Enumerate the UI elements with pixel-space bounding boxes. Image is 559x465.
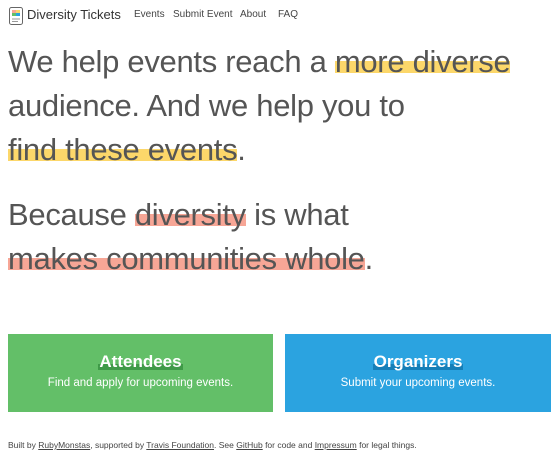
attendees-title: Attendees bbox=[98, 352, 183, 371]
hero-text: is what bbox=[245, 197, 349, 232]
brand-link[interactable]: Diversity Tickets bbox=[27, 7, 121, 22]
hero-line-4: Because diversity is what bbox=[8, 193, 349, 237]
github-link[interactable]: GitHub bbox=[236, 440, 262, 450]
highlight-more-diverse: more diverse bbox=[334, 44, 511, 79]
organizers-subtitle: Submit your upcoming events. bbox=[340, 377, 496, 389]
footer-text: . See bbox=[214, 440, 237, 450]
highlight-diversity: diversity bbox=[134, 197, 246, 232]
hero-text: . bbox=[364, 241, 374, 276]
footer-text: for code and bbox=[262, 440, 315, 450]
impressum-link[interactable]: Impressum bbox=[315, 440, 357, 450]
nav-link-submit-event[interactable]: Submit Event bbox=[173, 9, 232, 20]
hero-line-3: find these events. bbox=[8, 128, 246, 172]
hero-text: . bbox=[237, 132, 246, 167]
attendees-card[interactable]: Attendees Find and apply for upcoming ev… bbox=[8, 334, 273, 412]
organizers-title: Organizers bbox=[372, 352, 464, 371]
hero-line-2: audience. And we help you to bbox=[8, 84, 405, 128]
attendees-subtitle: Find and apply for upcoming events. bbox=[47, 377, 234, 389]
rubymonstas-link[interactable]: RubyMonstas bbox=[38, 440, 90, 450]
highlight-makes-communities-whole: makes communities whole bbox=[8, 241, 365, 276]
footer: Built by RubyMonstas, supported by Travi… bbox=[8, 440, 417, 450]
travis-foundation-link[interactable]: Travis Foundation bbox=[146, 440, 214, 450]
footer-text: for legal things. bbox=[356, 440, 417, 450]
hero-line-1: We help events reach a more diverse bbox=[8, 40, 511, 84]
nav-link-events[interactable]: Events bbox=[134, 9, 165, 20]
top-navbar: Diversity Tickets Events Submit Event Ab… bbox=[0, 0, 559, 32]
ticket-logo-icon[interactable] bbox=[8, 6, 24, 26]
hero-text: Because bbox=[8, 197, 135, 232]
organizers-card[interactable]: Organizers Submit your upcoming events. bbox=[285, 334, 551, 412]
hero-line-5: makes communities whole. bbox=[8, 237, 373, 281]
footer-text: Built by bbox=[8, 440, 39, 450]
hero-text: audience. And we help you to bbox=[8, 88, 405, 123]
hero-text: We help events reach a bbox=[8, 44, 335, 79]
footer-text: , supported by bbox=[90, 440, 147, 450]
nav-link-faq[interactable]: FAQ bbox=[278, 9, 298, 20]
nav-link-about[interactable]: About bbox=[240, 9, 266, 20]
highlight-find-these-events: find these events bbox=[8, 132, 238, 167]
